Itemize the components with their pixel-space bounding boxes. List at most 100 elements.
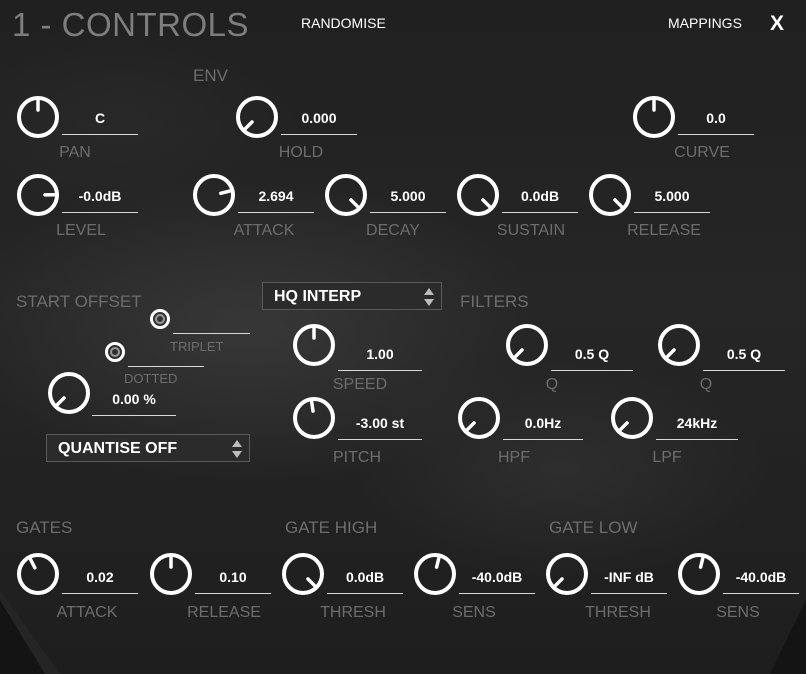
attack-knob[interactable] bbox=[192, 173, 236, 217]
knob-dial bbox=[506, 324, 548, 366]
level-value[interactable]: -0.0dB bbox=[62, 182, 138, 213]
sustain-value[interactable]: 0.0dB bbox=[502, 182, 578, 213]
quantise-dropdown[interactable]: QUANTISE OFF bbox=[46, 434, 250, 462]
level-knob[interactable] bbox=[16, 173, 60, 217]
knob-dial bbox=[589, 174, 631, 216]
knob-pointer bbox=[553, 577, 564, 588]
knob-pointer bbox=[698, 556, 705, 569]
release-label: RELEASE bbox=[627, 222, 701, 239]
controls-panel: 1 - CONTROLS RANDOMISE MAPPINGS X ENV ST… bbox=[0, 0, 806, 674]
filter-q2-label: Q bbox=[699, 376, 713, 393]
gate-high-sens-value[interactable]: -40.0dB bbox=[459, 563, 535, 594]
gate-high-thresh-value[interactable]: 0.0dB bbox=[327, 563, 403, 594]
knob-ring bbox=[293, 397, 335, 439]
decay-knob[interactable] bbox=[324, 173, 368, 217]
section-env: ENV bbox=[193, 66, 228, 85]
knob-ring bbox=[236, 96, 278, 138]
knob-ring bbox=[282, 553, 324, 595]
lpf-label: LPF bbox=[652, 449, 682, 466]
mappings-button[interactable]: MAPPINGS bbox=[668, 15, 742, 31]
hpf-label: HPF bbox=[498, 449, 530, 466]
hpf-knob[interactable] bbox=[457, 396, 501, 440]
knob-ring bbox=[611, 397, 653, 439]
gate-high-sens-label: SENS bbox=[452, 604, 496, 621]
gate-low-thresh-label: THRESH bbox=[585, 604, 651, 621]
knob-dial bbox=[458, 397, 500, 439]
filter-q1-knob[interactable] bbox=[505, 323, 549, 367]
dotted-radio[interactable] bbox=[104, 341, 126, 363]
section-gates: GATES bbox=[16, 518, 73, 537]
knob-dial bbox=[48, 372, 90, 414]
knob-dial bbox=[17, 96, 59, 138]
filter-q1-value[interactable]: 0.5 Q bbox=[551, 340, 633, 371]
knob-dial bbox=[293, 324, 335, 366]
knob-dial bbox=[325, 174, 367, 216]
up-down-arrows-icon bbox=[231, 439, 243, 459]
decay-label: DECAY bbox=[366, 222, 420, 239]
interp-dropdown-value: HQ INTERP bbox=[274, 288, 362, 305]
page-title: 1 - CONTROLS bbox=[12, 6, 250, 43]
speed-value[interactable]: 1.00 bbox=[338, 340, 422, 371]
knob-dial bbox=[658, 324, 700, 366]
triplet-radio[interactable] bbox=[149, 308, 171, 330]
gates-attack-label: ATTACK bbox=[56, 604, 118, 621]
decay-value[interactable]: 5.000 bbox=[370, 182, 446, 213]
gate-high-sens-knob[interactable] bbox=[413, 552, 457, 596]
start-offset-knob[interactable] bbox=[47, 371, 91, 415]
lpf-value[interactable]: 24kHz bbox=[656, 409, 738, 440]
pan-value[interactable]: C bbox=[62, 104, 138, 135]
triplet-underline bbox=[173, 333, 250, 334]
start-offset-value[interactable]: 0.00 % bbox=[92, 385, 176, 416]
up-down-arrows-icon bbox=[423, 287, 435, 307]
sustain-knob[interactable] bbox=[456, 173, 500, 217]
curve-label: CURVE bbox=[674, 144, 730, 161]
triplet-label: TRIPLET bbox=[170, 339, 224, 354]
section-filters: FILTERS bbox=[460, 292, 529, 311]
filter-q2-knob[interactable] bbox=[657, 323, 701, 367]
gate-high-thresh-label: THRESH bbox=[320, 604, 386, 621]
quantise-dropdown-value: QUANTISE OFF bbox=[58, 440, 178, 457]
curve-value[interactable]: 0.0 bbox=[678, 104, 754, 135]
knob-dial bbox=[282, 553, 324, 595]
knob-ring bbox=[458, 397, 500, 439]
pitch-knob[interactable] bbox=[292, 396, 336, 440]
randomise-button[interactable]: RANDOMISE bbox=[301, 15, 386, 31]
interp-dropdown[interactable]: HQ INTERP bbox=[262, 282, 442, 310]
speed-knob[interactable] bbox=[292, 323, 336, 367]
dotted-underline bbox=[128, 366, 204, 367]
level-label: LEVEL bbox=[56, 222, 106, 239]
release-knob[interactable] bbox=[588, 173, 632, 217]
knob-pointer bbox=[306, 577, 317, 588]
close-button[interactable]: X bbox=[770, 12, 784, 36]
attack-value[interactable]: 2.694 bbox=[238, 182, 314, 213]
gates-release-value[interactable]: 0.10 bbox=[195, 563, 271, 594]
gates-attack-value[interactable]: 0.02 bbox=[62, 563, 138, 594]
knob-dial bbox=[457, 174, 499, 216]
release-value[interactable]: 5.000 bbox=[634, 182, 710, 213]
pan-knob[interactable] bbox=[16, 95, 60, 139]
knob-ring bbox=[17, 553, 59, 595]
pitch-value[interactable]: -3.00 st bbox=[338, 409, 422, 440]
radio-icon bbox=[105, 342, 125, 362]
radio-icon bbox=[150, 309, 170, 329]
lpf-knob[interactable] bbox=[610, 396, 654, 440]
gate-low-sens-value[interactable]: -40.0dB bbox=[723, 563, 799, 594]
knob-ring bbox=[457, 174, 499, 216]
knob-pointer bbox=[55, 396, 66, 407]
curve-knob[interactable] bbox=[632, 95, 676, 139]
gate-low-thresh-value[interactable]: -INF dB bbox=[591, 563, 667, 594]
gates-release-label: RELEASE bbox=[187, 604, 261, 621]
knob-pointer bbox=[219, 189, 232, 196]
hpf-value[interactable]: 0.0Hz bbox=[503, 409, 583, 440]
gates-release-knob[interactable] bbox=[149, 552, 193, 596]
knob-pointer bbox=[243, 120, 254, 131]
dotted-label: DOTTED bbox=[124, 371, 178, 386]
knob-pointer bbox=[613, 198, 624, 209]
filter-q2-value[interactable]: 0.5 Q bbox=[703, 340, 785, 371]
gates-attack-knob[interactable] bbox=[16, 552, 60, 596]
hold-value[interactable]: 0.000 bbox=[281, 104, 357, 135]
gate-high-thresh-knob[interactable] bbox=[281, 552, 325, 596]
gate-low-thresh-knob[interactable] bbox=[545, 552, 589, 596]
gate-low-sens-knob[interactable] bbox=[677, 552, 721, 596]
hold-knob[interactable] bbox=[235, 95, 279, 139]
